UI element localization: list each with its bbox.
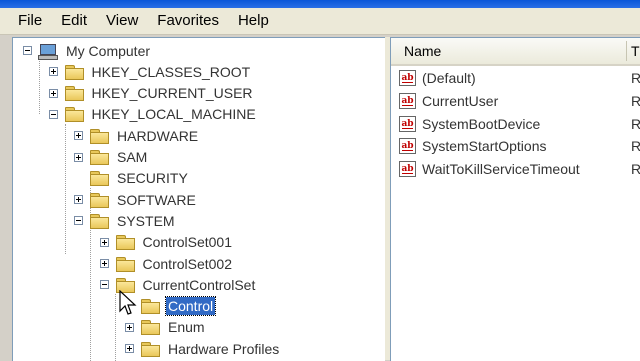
- value-name: SystemStartOptions: [422, 138, 547, 155]
- expand-icon[interactable]: [125, 344, 134, 354]
- tree-node[interactable]: HARDWARE: [74, 125, 200, 146]
- expand-icon[interactable]: [125, 322, 134, 332]
- tree-node[interactable]: SECURITY: [74, 168, 190, 189]
- column-name-header[interactable]: Name: [404, 43, 441, 59]
- tree-node[interactable]: My Computer: [23, 40, 152, 61]
- tree-node-label: Control: [164, 296, 217, 317]
- list-column-header: Name T: [391, 38, 640, 66]
- tree-node-label: HARDWARE: [117, 127, 199, 144]
- folder-icon: [140, 319, 160, 336]
- tree-node[interactable]: HKEY_CURRENT_USER: [48, 83, 255, 104]
- tree-node-label: SOFTWARE: [117, 191, 196, 208]
- title-bar: [0, 0, 640, 8]
- string-value-icon: ab: [399, 138, 416, 155]
- registry-tree-pane[interactable]: My Computer HKEY_CLASSES_ROOT HKEY_CURRENT…: [12, 37, 385, 361]
- tree-node[interactable]: HKEY_LOCAL_MACHINE: [48, 104, 258, 125]
- folder-icon: [89, 149, 109, 165]
- folder-icon: [89, 128, 109, 144]
- expand-icon[interactable]: [74, 152, 83, 162]
- list-item[interactable]: ab CurrentUser R: [399, 90, 640, 112]
- tree-node[interactable]: SAM: [74, 147, 149, 168]
- expand-icon[interactable]: [74, 131, 83, 141]
- tree-node[interactable]: SOFTWARE: [74, 189, 198, 210]
- tree-connector: [65, 124, 66, 254]
- folder-icon: [64, 85, 84, 102]
- collapse-icon[interactable]: [23, 46, 32, 55]
- tree-node-label: ControlSet002: [142, 255, 233, 272]
- string-value-icon: ab: [399, 70, 416, 86]
- list-item[interactable]: ab SystemStartOptions R: [399, 135, 640, 157]
- expand-icon[interactable]: [48, 88, 58, 98]
- folder-icon: [89, 170, 109, 187]
- folder-icon: [89, 192, 109, 208]
- value-type: R: [631, 138, 640, 154]
- tree-node-label: CurrentControlSet: [142, 276, 256, 293]
- tree-connector: [90, 230, 91, 361]
- tree-node[interactable]: HKEY_CLASSES_ROOT: [48, 61, 253, 82]
- collapse-icon[interactable]: [99, 280, 109, 290]
- open-folder-icon: [140, 298, 160, 315]
- collapse-icon[interactable]: [48, 109, 58, 119]
- mouse-cursor-icon: [119, 290, 137, 315]
- tree-node-label: My Computer: [66, 42, 151, 59]
- folder-icon: [64, 64, 84, 80]
- menu-favorites[interactable]: Favorites: [149, 8, 227, 34]
- expand-icon[interactable]: [74, 195, 83, 205]
- folder-icon: [64, 106, 84, 123]
- column-separator[interactable]: [626, 41, 627, 61]
- tree-node-label: SECURITY: [117, 170, 188, 187]
- tree-node[interactable]: ControlSet002: [99, 253, 235, 274]
- tree-node[interactable]: ControlSet001: [99, 232, 235, 253]
- tree-connector: [115, 294, 116, 361]
- expand-icon[interactable]: [99, 237, 109, 247]
- values-list-pane[interactable]: Name T ab (Default) Rab CurrentUser Rab Syste…: [390, 37, 640, 361]
- tree-node[interactable]: Enum: [125, 317, 207, 338]
- tree-node-label: ControlSet001: [142, 234, 233, 251]
- menu-file[interactable]: File: [10, 8, 50, 34]
- expand-icon[interactable]: [99, 259, 109, 268]
- value-name: (Default): [422, 70, 476, 86]
- computer-icon: [38, 43, 58, 60]
- menu-edit[interactable]: Edit: [53, 8, 95, 34]
- string-value-icon: ab: [399, 115, 416, 132]
- tree-node[interactable]: SYSTEM: [74, 210, 177, 231]
- tree-node-label: SYSTEM: [117, 212, 175, 229]
- tree-node[interactable]: Control: [125, 296, 217, 317]
- column-type-header[interactable]: T: [631, 43, 640, 59]
- list-item[interactable]: ab WaitToKillServiceTimeout R: [399, 158, 640, 180]
- menu-view[interactable]: View: [98, 8, 146, 34]
- tree-node-label: SAM: [117, 149, 148, 165]
- string-value-icon: ab: [399, 161, 416, 178]
- tree-node-label: HKEY_LOCAL_MACHINE: [91, 106, 256, 123]
- value-name: WaitToKillServiceTimeout: [422, 161, 580, 178]
- tree-node[interactable]: Hardware Profiles: [125, 338, 281, 359]
- tree-node-label: HKEY_CLASSES_ROOT: [91, 63, 251, 80]
- value-name: SystemBootDevice: [422, 115, 541, 132]
- value-name: CurrentUser: [422, 92, 499, 109]
- menu-bar: File Edit View Favorites Help: [0, 8, 640, 35]
- value-type: R: [631, 116, 640, 132]
- tree-connector: [39, 59, 40, 114]
- collapse-icon[interactable]: [74, 216, 83, 226]
- menu-help[interactable]: Help: [230, 8, 277, 34]
- string-value-icon: ab: [399, 92, 416, 109]
- tree-node-label: HKEY_CURRENT_USER: [91, 85, 253, 102]
- value-type: R: [631, 93, 640, 109]
- expand-icon[interactable]: [48, 67, 58, 77]
- folder-icon: [140, 341, 160, 357]
- folder-icon: [89, 213, 109, 229]
- folder-icon: [115, 256, 135, 272]
- folder-icon: [115, 234, 135, 251]
- value-type: R: [631, 70, 640, 86]
- list-item[interactable]: ab SystemBootDevice R: [399, 113, 640, 135]
- value-type: R: [631, 161, 640, 177]
- tree-node-label: Enum: [168, 319, 205, 336]
- list-item[interactable]: ab (Default) R: [399, 67, 640, 89]
- tree-node-label: Hardware Profiles: [168, 340, 280, 357]
